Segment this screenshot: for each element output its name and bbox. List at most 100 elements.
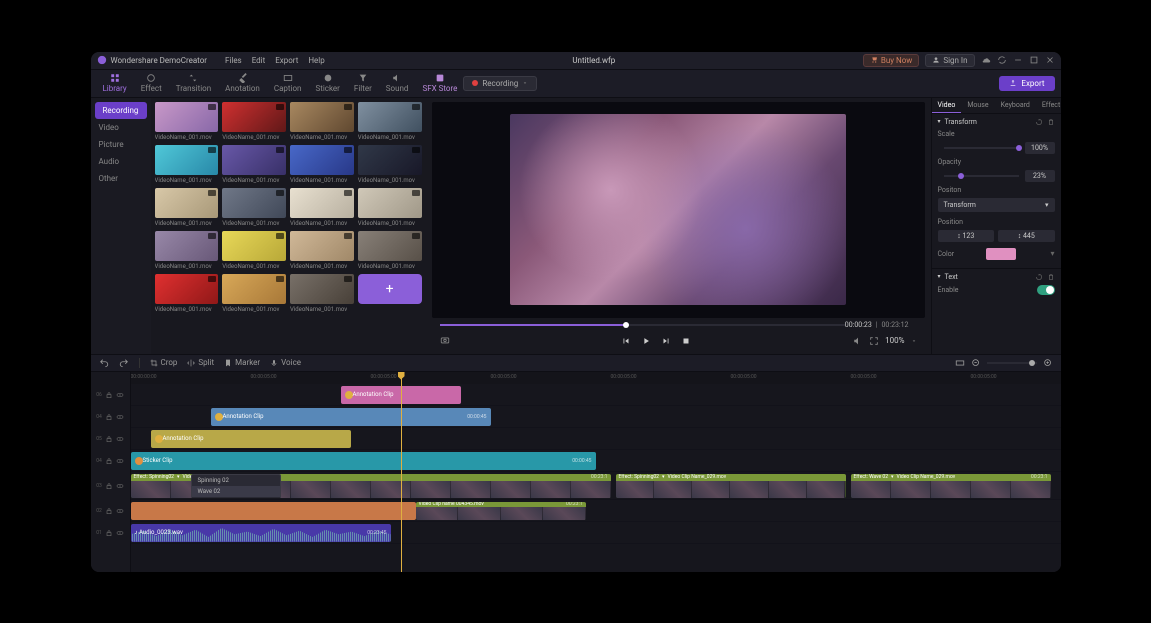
menu-files[interactable]: Files (225, 56, 242, 65)
library-item[interactable]: VideoName_001.mov (222, 188, 286, 227)
play-icon[interactable] (641, 336, 651, 346)
library-item[interactable]: VideoName_001.mov (290, 145, 354, 184)
next-frame-icon[interactable] (661, 336, 671, 346)
section-text[interactable]: ▾ Text (938, 273, 1055, 281)
section-transform[interactable]: ▾ Transform (938, 118, 1055, 126)
library-item[interactable]: VideoName_001.mov (290, 102, 354, 141)
undo-icon[interactable] (99, 358, 109, 368)
position-select[interactable]: Transform▾ (938, 198, 1055, 212)
lock-icon[interactable] (105, 507, 113, 515)
add-media-button[interactable]: + (358, 274, 422, 304)
eye-icon[interactable] (116, 435, 124, 443)
props-tab-effect[interactable]: Effect (1036, 98, 1061, 113)
menu-export[interactable]: Export (275, 56, 298, 65)
track-header[interactable]: 04 (91, 406, 130, 428)
opacity-value[interactable]: 23% (1025, 170, 1055, 182)
redo-icon[interactable] (119, 358, 129, 368)
clip-annotation[interactable]: Annotation Clip (151, 430, 351, 448)
library-item[interactable]: VideoName_001.mov (358, 231, 422, 270)
chevron-down-icon[interactable] (911, 338, 917, 344)
playhead[interactable] (401, 372, 402, 572)
chevron-down-icon[interactable]: ▾ (177, 474, 180, 480)
color-swatch[interactable] (986, 248, 1016, 260)
library-item[interactable]: VideoName_001.mov (222, 231, 286, 270)
tab-sound[interactable]: Sound (380, 71, 415, 95)
library-item[interactable]: VideoName_001.mov (358, 145, 422, 184)
volume-icon[interactable] (853, 336, 863, 346)
clip-sub[interactable] (131, 502, 416, 520)
clip-video[interactable]: Effect: Spinning02▾Video Clip Name_029.m… (616, 474, 846, 498)
tab-library[interactable]: Library (97, 71, 133, 95)
chevron-down-icon[interactable]: ▾ (1050, 249, 1054, 258)
clip-sticker[interactable]: Sticker Clip00:00:45 (131, 452, 596, 470)
chevron-down-icon[interactable]: ▾ (662, 474, 665, 480)
library-item[interactable]: VideoName_001.mov (222, 145, 286, 184)
tab-transition[interactable]: Transition (170, 71, 217, 95)
timeline-ruler[interactable]: 00:00:00:0000:00:05:0000:00:05:0000:00:0… (131, 372, 1061, 384)
track-header[interactable]: 01 (91, 522, 130, 544)
tab-effect[interactable]: Effect (135, 71, 168, 95)
library-item[interactable]: VideoName_001.mov (290, 274, 354, 313)
clip-annotation[interactable]: Annotation Clip00:00:45 (211, 408, 491, 426)
position-y-input[interactable]: ↕ 445 (998, 230, 1055, 242)
menu-help[interactable]: Help (308, 56, 324, 65)
sidebar-item-recording[interactable]: Recording (95, 102, 147, 119)
library-item[interactable]: VideoName_001.mov (155, 145, 219, 184)
library-item[interactable]: VideoName_001.mov (222, 102, 286, 141)
reset-icon[interactable] (1035, 118, 1043, 126)
chevron-down-icon[interactable]: ▾ (891, 474, 894, 480)
fit-icon[interactable] (955, 358, 965, 368)
eye-icon[interactable] (116, 507, 124, 515)
refresh-icon[interactable] (997, 55, 1007, 65)
tab-annotation[interactable]: Anotation (219, 71, 266, 95)
tab-filter[interactable]: Filter (348, 71, 378, 95)
maximize-icon[interactable] (1029, 55, 1039, 65)
tab-sticker[interactable]: Sticker (309, 71, 345, 95)
minimize-icon[interactable] (1013, 55, 1023, 65)
track-header[interactable]: 05 (91, 428, 130, 450)
library-item[interactable]: VideoName_001.mov (155, 102, 219, 141)
preview-canvas[interactable] (432, 102, 925, 318)
zoom-out-icon[interactable] (971, 358, 981, 368)
lock-icon[interactable] (105, 457, 113, 465)
sidebar-item-other[interactable]: Other (91, 170, 151, 187)
stop-icon[interactable] (681, 336, 691, 346)
library-item[interactable]: VideoName_001.mov (358, 102, 422, 141)
fx-option[interactable]: Spinning 02 (192, 475, 280, 486)
zoom-in-icon[interactable] (1043, 358, 1053, 368)
track-header[interactable]: 04 (91, 450, 130, 472)
prev-frame-icon[interactable] (621, 336, 631, 346)
library-item[interactable]: VideoName_001.mov (290, 188, 354, 227)
props-tab-keyboard[interactable]: Keyboard (995, 98, 1036, 113)
split-tool[interactable]: Split (187, 358, 214, 367)
preview-scrubber[interactable]: 00:00:23 | 00:23:12 (432, 318, 925, 332)
lock-icon[interactable] (105, 482, 113, 490)
library-item[interactable]: VideoName_001.mov (155, 274, 219, 313)
scale-slider[interactable] (944, 147, 1019, 149)
sidebar-item-picture[interactable]: Picture (91, 136, 151, 153)
clip-audio[interactable]: ♪ Audio_0023.wav 00:23:45 (131, 524, 391, 542)
recording-button[interactable]: Recording (463, 76, 537, 91)
eye-icon[interactable] (116, 391, 124, 399)
fx-option[interactable]: Wave 02 (192, 486, 280, 497)
position-x-input[interactable]: ↕ 123 (938, 230, 995, 242)
scale-value[interactable]: 100% (1025, 142, 1055, 154)
eye-icon[interactable] (116, 457, 124, 465)
lock-icon[interactable] (105, 391, 113, 399)
clip-video[interactable]: Video Clip name 004345.mov00:23:1 (416, 502, 586, 520)
opacity-slider[interactable] (944, 175, 1019, 177)
lock-icon[interactable] (105, 413, 113, 421)
crop-tool[interactable]: Crop (150, 358, 178, 367)
eye-icon[interactable] (116, 529, 124, 537)
eye-icon[interactable] (116, 413, 124, 421)
tab-caption[interactable]: Caption (268, 71, 308, 95)
fx-option[interactable]: Radio Explike FX (192, 497, 280, 498)
fullscreen-icon[interactable] (869, 336, 879, 346)
lock-icon[interactable] (105, 435, 113, 443)
clip-video[interactable]: Effect: Wave 02▾Video Clip Name_029.mov0… (851, 474, 1051, 498)
props-tab-video[interactable]: Video (932, 98, 962, 113)
sign-in-button[interactable]: Sign In (925, 54, 974, 67)
marker-tool[interactable]: Marker (224, 358, 260, 367)
track-header[interactable]: 02 (91, 500, 130, 522)
zoom-slider[interactable] (987, 362, 1037, 364)
